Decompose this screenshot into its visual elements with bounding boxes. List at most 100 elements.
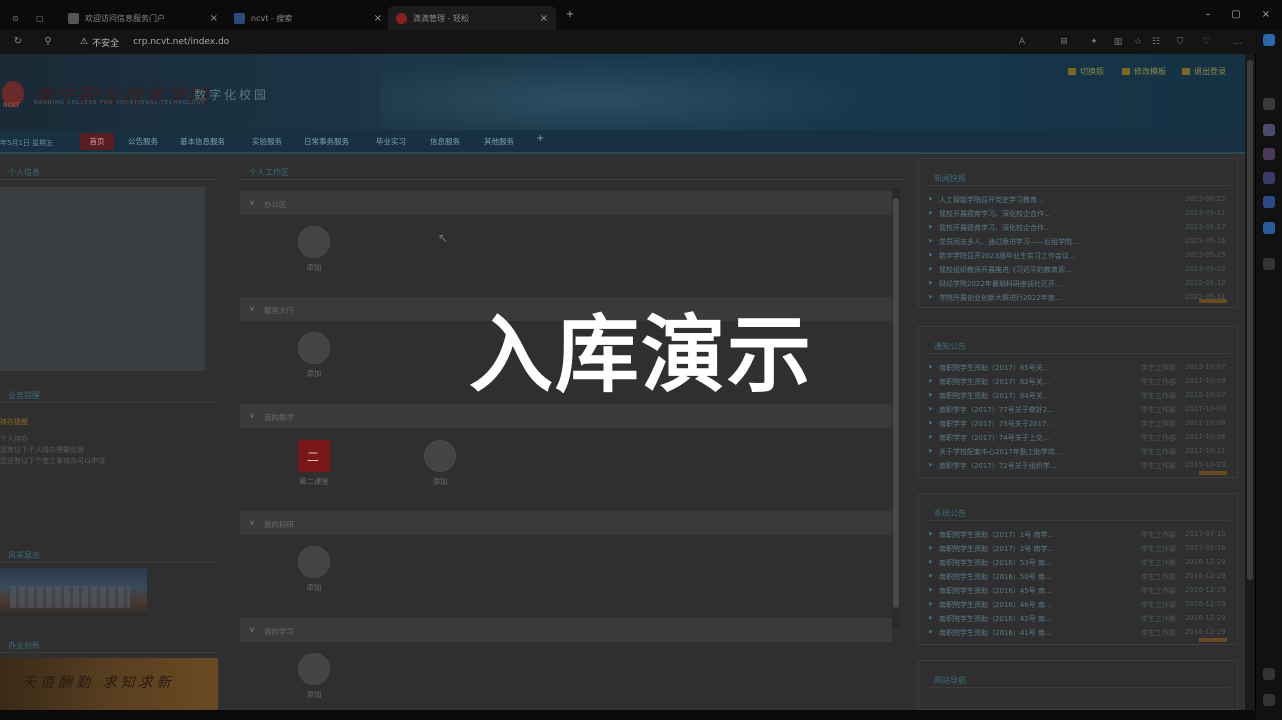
heart-icon[interactable]: ♡ bbox=[1200, 36, 1212, 48]
search-icon[interactable]: ⚲ bbox=[40, 34, 56, 50]
list-item[interactable]: ▶ 南职院学生资助（2016）50号 南... 学生工作部 2016-12-29 bbox=[929, 570, 1229, 584]
shopping-icon[interactable] bbox=[1263, 124, 1275, 136]
search-icon[interactable] bbox=[1263, 98, 1275, 110]
menu-internship[interactable]: 毕业实习 bbox=[376, 136, 406, 147]
list-item[interactable]: ▶ 关于学校配套中心2017年勤工助学岗... 学生工作部 2017-10-21 bbox=[929, 445, 1229, 459]
more-icon[interactable]: … bbox=[1232, 36, 1244, 48]
menu-info[interactable]: 信息服务 bbox=[430, 136, 460, 147]
list-item[interactable]: ▶ 南职学字（2017）72号关于组织学... 学生工作部 2015-10-23 bbox=[929, 459, 1229, 473]
list-item[interactable]: ▶ 南职院学生资助（2017）1号 南学... 学生工作部 2017-07-10 bbox=[929, 528, 1229, 542]
list-item[interactable]: ▶ 人工智能学院召开党史学习教育... 2023-06-22 bbox=[929, 193, 1229, 207]
maximize-button[interactable]: ▢ bbox=[1226, 6, 1246, 24]
item-title[interactable]: 南职院学生资助（2016）50号 南... bbox=[939, 572, 1052, 582]
close-icon[interactable]: × bbox=[210, 13, 218, 24]
dept-more-button[interactable] bbox=[1199, 638, 1227, 642]
item-title[interactable]: 南职院学生资助（2017）1号 南学... bbox=[939, 530, 1054, 540]
tab-actions-icon[interactable]: ▢ bbox=[28, 6, 54, 30]
read-aloud-icon[interactable]: A bbox=[1016, 36, 1028, 48]
list-item[interactable]: ▶ 我校组织教师开展推进《习近平的教育观... 2023-05-12 bbox=[929, 263, 1229, 277]
list-item[interactable]: ▶ 南职学字（2017）75号关于2017... 学生工作部 2017-10-08 bbox=[929, 417, 1229, 431]
profile-icon[interactable]: ⊙ bbox=[4, 6, 28, 30]
list-item[interactable]: ▶ 南职院学生资助（2016）53号 南... 学生工作部 2016-12-29 bbox=[929, 556, 1229, 570]
item-title[interactable]: 人工智能学院召开党史学习教育... bbox=[939, 195, 1044, 205]
games-icon[interactable] bbox=[1263, 172, 1275, 184]
add-app-tile[interactable]: 添加 bbox=[294, 546, 334, 593]
copilot-icon[interactable] bbox=[1263, 34, 1275, 46]
add-app-tile[interactable]: 添加 bbox=[420, 440, 460, 487]
item-title[interactable]: 南职院学生资助（2016）42号 南... bbox=[939, 614, 1052, 624]
collections-icon[interactable]: ☷ bbox=[1150, 36, 1162, 48]
item-date: 2023-05-16 bbox=[1185, 237, 1226, 245]
list-item[interactable]: ▶ 南职院学生资助（2016）41号 南... 学生工作部 2016-12-29 bbox=[929, 626, 1229, 640]
edit-template-link[interactable]: 修改模板 bbox=[1122, 66, 1166, 77]
item-title[interactable]: 我校开展德育学习、深化校企合作... bbox=[939, 223, 1051, 233]
settings-icon[interactable] bbox=[1263, 694, 1275, 706]
list-item[interactable]: ▶ 我校开展德育学习、深化校企合作... 2023-05-17 bbox=[929, 221, 1229, 235]
list-item[interactable]: ▶ 南职院学生资助（2016）45号 南... 学生工作部 2016-12-29 bbox=[929, 584, 1229, 598]
favorites-icon[interactable]: ☆ bbox=[1132, 36, 1144, 48]
menu-daily-affairs[interactable]: 日常事务服务 bbox=[304, 136, 349, 147]
item-title[interactable]: 党员同志多人、通过跟进学习——后组学院... bbox=[939, 237, 1079, 247]
menu-add-icon[interactable]: + bbox=[536, 133, 544, 144]
item-title[interactable]: 财经学院2022年暑期科研座谈社区开... bbox=[939, 279, 1062, 289]
item-title[interactable]: 南职学字（2017）72号关于组织学... bbox=[939, 461, 1056, 471]
close-window-button[interactable]: × bbox=[1256, 6, 1276, 24]
list-item[interactable]: ▶ 南职院学生资助（2016）42号 南... 学生工作部 2016-12-29 bbox=[929, 612, 1229, 626]
extension-icon[interactable]: ✦ bbox=[1088, 36, 1100, 48]
list-item[interactable]: ▶ 党员同志多人、通过跟进学习——后组学院... 2023-05-16 bbox=[929, 235, 1229, 249]
list-item[interactable]: ▶ 南职院学生资助（2017）2号 南学... 学生工作部 2017-01-16 bbox=[929, 542, 1229, 556]
notice-more-button[interactable] bbox=[1199, 471, 1227, 475]
list-item[interactable]: ▶ 我校开展德育学习、深化校企合作... 2023-05-11 bbox=[929, 207, 1229, 221]
section-my-research[interactable]: ∨ 我的科研 bbox=[240, 511, 892, 535]
menu-lab[interactable]: 实验服务 bbox=[252, 136, 282, 147]
refresh-icon[interactable]: ↻ bbox=[10, 34, 26, 50]
add-sidebar-icon[interactable] bbox=[1263, 258, 1275, 270]
item-title[interactable]: 南职学字（2017）74号关于上交... bbox=[939, 433, 1049, 443]
section-my-study[interactable]: ∨ 我的学习 bbox=[240, 618, 892, 642]
apps-icon[interactable]: ⊞ bbox=[1058, 36, 1070, 48]
shield-icon[interactable]: ⛉ bbox=[1174, 36, 1186, 48]
close-icon[interactable]: × bbox=[374, 13, 382, 24]
office-icon[interactable] bbox=[1263, 196, 1275, 208]
campus-photo[interactable] bbox=[0, 568, 147, 616]
add-circle-icon bbox=[298, 226, 330, 258]
add-app-tile[interactable]: 添加 bbox=[294, 226, 334, 273]
item-date: 2023-05-12 bbox=[1185, 265, 1226, 273]
item-title[interactable]: 关于学校配套中心2017年勤工助学岗... bbox=[939, 447, 1062, 457]
list-item[interactable]: ▶ 财经学院2022年暑期科研座谈社区开... 2022-05-10 bbox=[929, 277, 1229, 291]
list-item[interactable]: ▶ 数字学院召开2023届毕业生实习工作会议... 2023-05-15 bbox=[929, 249, 1229, 263]
list-item[interactable]: ▶ 南职院学生资助（2016）46号 南... 学生工作部 2016-12-29 bbox=[929, 598, 1229, 612]
minimize-button[interactable]: – bbox=[1198, 6, 1218, 24]
tab-search[interactable]: ncvt - 搜索 × bbox=[226, 6, 390, 30]
reminder-item[interactable]: 个人待办 bbox=[0, 434, 28, 444]
add-app-tile[interactable]: 添加 bbox=[294, 653, 334, 700]
item-title[interactable]: 南职院学生资助（2016）46号 南... bbox=[939, 600, 1052, 610]
item-title[interactable]: 数字学院召开2023届毕业生实习工作会议... bbox=[939, 251, 1076, 261]
menu-other[interactable]: 其他服务 bbox=[484, 136, 514, 147]
item-title[interactable]: 南职院学生资助（2016）53号 南... bbox=[939, 558, 1052, 568]
item-title[interactable]: 南职院学生资助（2016）45号 南... bbox=[939, 586, 1052, 596]
second-class-app-tile[interactable]: 第二课堂 bbox=[294, 440, 334, 487]
menu-basic-info[interactable]: 基本信息服务 bbox=[180, 136, 225, 147]
menu-notice[interactable]: 公告服务 bbox=[128, 136, 158, 147]
item-title[interactable]: 我校开展德育学习、深化校企合作... bbox=[939, 209, 1051, 219]
new-tab-button[interactable]: + bbox=[560, 6, 580, 24]
tab-title: ncvt - 搜索 bbox=[251, 13, 293, 23]
item-title[interactable]: 南职院学生资助（2017）2号 南学... bbox=[939, 544, 1054, 554]
menu-home[interactable]: 首页 bbox=[80, 133, 114, 150]
item-title[interactable]: 我校组织教师开展推进《习近平的教育观... bbox=[939, 265, 1072, 275]
item-title[interactable]: 南职学字（2017）75号关于2017... bbox=[939, 419, 1053, 429]
outlook-icon[interactable] bbox=[1263, 222, 1275, 234]
close-icon[interactable]: × bbox=[540, 13, 548, 24]
tab-active[interactable]: 滴滴管理 - 轻松 × bbox=[388, 6, 556, 30]
item-title[interactable]: 南职院学生资助（2016）41号 南... bbox=[939, 628, 1052, 638]
logout-link[interactable]: 退出登录 bbox=[1182, 66, 1226, 77]
section-office[interactable]: ∨ 办公区 bbox=[240, 191, 892, 215]
switch-version-link[interactable]: 切换版 bbox=[1068, 66, 1104, 77]
split-screen-icon[interactable]: ▥ bbox=[1112, 36, 1124, 48]
hide-sidebar-icon[interactable] bbox=[1263, 668, 1275, 680]
tab-portal[interactable]: 欢迎访问信息服务门户 × bbox=[60, 6, 226, 30]
tools-icon[interactable] bbox=[1263, 148, 1275, 160]
list-item[interactable]: ▶ 南职学字（2017）74号关于上交... 学生工作部 2017-10-06 bbox=[929, 431, 1229, 445]
url-field[interactable]: ⚠ 不安全 crp.ncvt.net/index.do bbox=[80, 35, 229, 49]
